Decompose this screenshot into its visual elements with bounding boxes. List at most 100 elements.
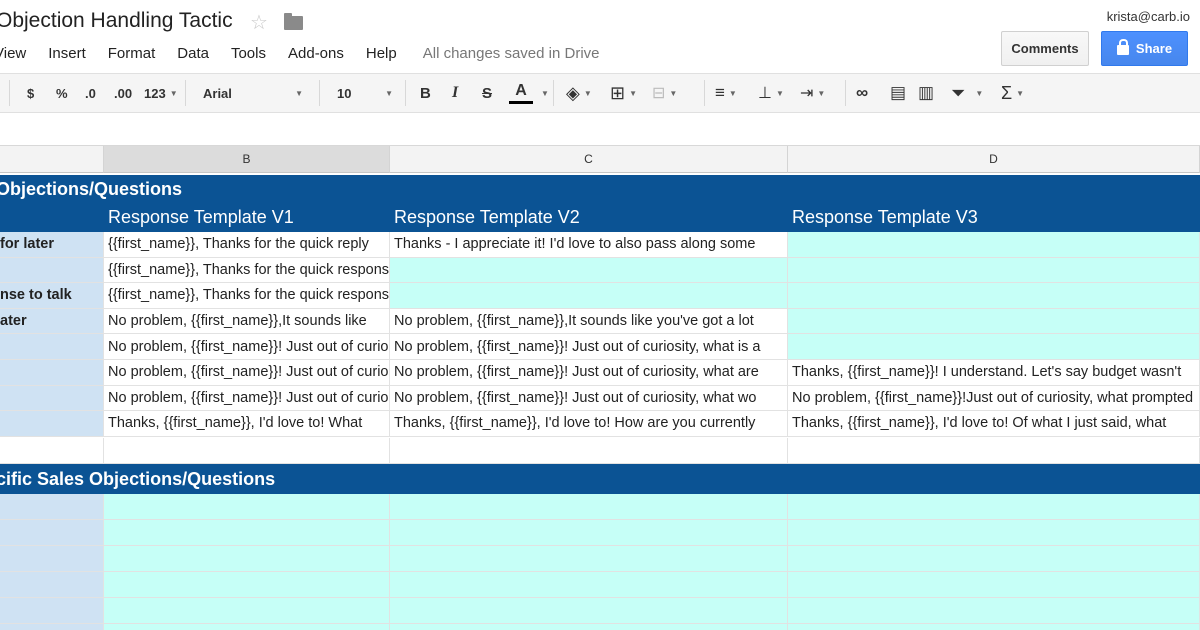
column-header-d[interactable]: D	[788, 146, 1200, 173]
menu-tools[interactable]: Tools	[231, 45, 266, 62]
menu-insert[interactable]: Insert	[48, 45, 86, 62]
table-cell[interactable]	[390, 520, 788, 546]
table-cell[interactable]	[788, 546, 1200, 572]
table-cell[interactable]: No problem, {{first_name}}! Just out of …	[390, 334, 788, 360]
comments-button[interactable]: Comments	[1001, 31, 1089, 66]
more-formats-button[interactable]: 123 ▼	[144, 74, 178, 112]
table-cell[interactable]	[104, 494, 390, 520]
font-size-select[interactable]: 10 ▼	[337, 74, 393, 112]
row-label-cell[interactable]: nse to talk	[0, 283, 104, 309]
table-cell[interactable]	[788, 334, 1200, 360]
table-cell[interactable]	[788, 520, 1200, 546]
table-cell[interactable]	[104, 520, 390, 546]
table-cell[interactable]: Thanks, {{first_name}}! I understand. Le…	[788, 360, 1200, 386]
insert-chart-button[interactable]: ▥	[918, 74, 934, 112]
table-cell[interactable]	[390, 624, 788, 630]
menu-view[interactable]: View	[0, 45, 26, 62]
cell[interactable]	[390, 438, 788, 464]
table-cell[interactable]: Thanks - I appreciate it! I'd love to al…	[390, 232, 788, 258]
table-cell[interactable]	[788, 283, 1200, 309]
increase-decimals-button[interactable]: .00	[114, 74, 132, 112]
merge-cells-button[interactable]: ⊟ ▼	[652, 74, 677, 112]
cell[interactable]	[0, 438, 104, 464]
header-cell-v1[interactable]: Response Template V1	[104, 203, 294, 232]
cell[interactable]	[104, 438, 390, 464]
row-label-cell[interactable]	[0, 257, 104, 284]
table-cell[interactable]	[104, 624, 390, 630]
star-icon[interactable]: ☆	[250, 10, 268, 35]
font-family-select[interactable]: Arial ▼	[203, 74, 303, 112]
table-cell[interactable]: Thanks, {{first_name}}, I'd love to! Of …	[788, 411, 1200, 437]
table-cell[interactable]	[788, 494, 1200, 520]
table-cell[interactable]	[788, 232, 1200, 258]
table-cell[interactable]: No problem, {{first_name}}! Just out of …	[104, 334, 390, 360]
text-color-button[interactable]: A	[509, 74, 533, 112]
header-cell-v2[interactable]: Response Template V2	[390, 203, 580, 232]
horizontal-align-button[interactable]: ≡ ▼	[715, 74, 737, 112]
text-wrapping-button[interactable]: ⇥ ▼	[800, 74, 825, 112]
column-header-a[interactable]	[0, 146, 104, 173]
row-label-cell[interactable]	[0, 385, 104, 412]
table-cell[interactable]	[104, 572, 390, 598]
formula-bar[interactable]	[0, 113, 1200, 146]
table-cell[interactable]: No problem, {{first_name}}! Just out of …	[104, 360, 390, 386]
row-label-cell[interactable]: ater	[0, 308, 104, 335]
italic-button[interactable]: I	[452, 74, 458, 112]
table-cell[interactable]	[390, 494, 788, 520]
filter-button[interactable]: ⏷ ▼	[951, 74, 983, 112]
insert-comment-button[interactable]: ▤	[890, 74, 906, 112]
borders-button[interactable]: ⊞ ▼	[610, 74, 637, 112]
row-label-cell[interactable]	[0, 546, 104, 572]
table-cell[interactable]: {{first_name}}, Thanks for the quick rep…	[104, 232, 390, 258]
table-cell[interactable]	[788, 308, 1200, 335]
table-cell[interactable]: No problem, {{first_name}}! Just out of …	[104, 385, 390, 412]
user-email[interactable]: krista@carb.io	[1107, 9, 1190, 24]
table-cell[interactable]: {{first_name}}, Thanks for the quick res…	[104, 283, 390, 309]
row-label-cell[interactable]	[0, 520, 104, 546]
table-cell[interactable]	[104, 598, 390, 624]
row-label-cell[interactable]	[0, 624, 104, 630]
section-title[interactable]: Objections/Questions	[0, 179, 182, 200]
insert-link-button[interactable]: ∞	[856, 74, 868, 112]
table-cell[interactable]: No problem, {{first_name}},It sounds lik…	[104, 308, 390, 335]
table-cell[interactable]	[390, 546, 788, 572]
table-cell[interactable]	[104, 546, 390, 572]
table-cell[interactable]: Thanks, {{first_name}}, I'd love to! Wha…	[104, 411, 390, 437]
text-color-dropdown[interactable]: ▼	[537, 74, 549, 112]
table-cell[interactable]: Thanks, {{first_name}}, I'd love to! How…	[390, 411, 788, 437]
vertical-align-button[interactable]: ⊥ ▼	[758, 74, 784, 112]
row-label-cell[interactable]	[0, 494, 104, 520]
row-label-cell[interactable]	[0, 572, 104, 598]
column-header-b[interactable]: B	[104, 146, 390, 173]
currency-format-button[interactable]: $	[27, 74, 34, 112]
table-cell[interactable]	[788, 624, 1200, 630]
row-label-cell[interactable]	[0, 334, 104, 360]
table-cell[interactable]: No problem, {{first_name}},It sounds lik…	[390, 308, 788, 335]
table-cell[interactable]: No problem, {{first_name}}! Just out of …	[390, 360, 788, 386]
functions-button[interactable]: Σ ▼	[1001, 74, 1024, 112]
cell[interactable]	[788, 438, 1200, 464]
fill-color-button[interactable]: ◈ ▼	[566, 74, 592, 112]
menu-addons[interactable]: Add-ons	[288, 45, 344, 62]
strikethrough-button[interactable]: S	[482, 74, 492, 112]
table-cell[interactable]: No problem, {{first_name}}!Just out of c…	[788, 385, 1200, 412]
menu-help[interactable]: Help	[366, 45, 397, 62]
table-cell[interactable]	[390, 283, 788, 309]
header-cell-v3[interactable]: Response Template V3	[788, 203, 978, 232]
document-title[interactable]: Objection Handling Tactic	[0, 9, 233, 33]
table-cell[interactable]	[390, 257, 788, 284]
table-cell[interactable]	[788, 572, 1200, 598]
table-cell[interactable]	[788, 257, 1200, 284]
table-cell[interactable]	[390, 572, 788, 598]
row-label-cell[interactable]: for later	[0, 232, 104, 258]
decrease-decimals-button[interactable]: .0	[85, 74, 96, 112]
section-title[interactable]: cific Sales Objections/Questions	[0, 469, 275, 490]
row-label-cell[interactable]	[0, 360, 104, 386]
table-cell[interactable]	[788, 598, 1200, 624]
menu-format[interactable]: Format	[108, 45, 156, 62]
table-cell[interactable]: {{first_name}}, Thanks for the quick res…	[104, 257, 390, 284]
column-header-c[interactable]: C	[390, 146, 788, 173]
bold-button[interactable]: B	[420, 74, 431, 112]
share-button[interactable]: Share	[1101, 31, 1188, 66]
menu-data[interactable]: Data	[177, 45, 209, 62]
